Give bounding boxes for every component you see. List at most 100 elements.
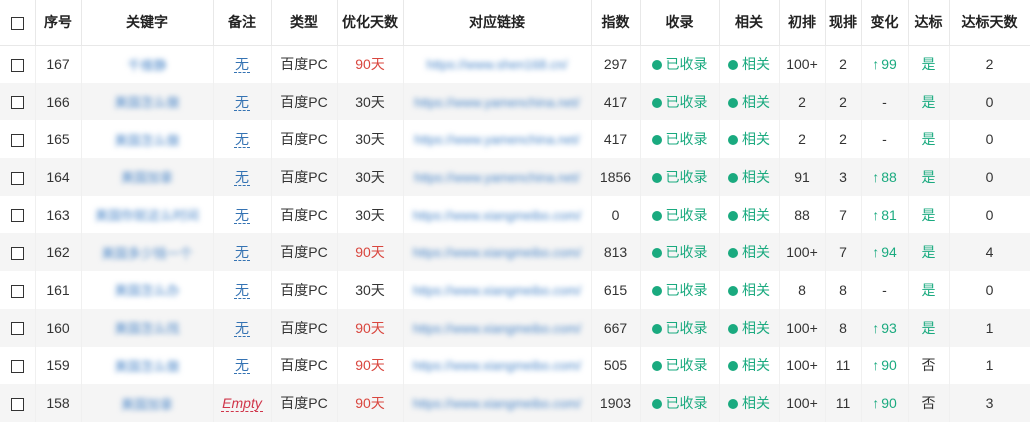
row-link[interactable]: https://www.yamenchina.net/ (414, 132, 579, 147)
row-reached-days: 1 (949, 308, 1030, 347)
row-link[interactable]: https://www.xiangmeibo.com/ (413, 321, 581, 336)
col-header-reached[interactable]: 达标 (908, 0, 950, 46)
row-note[interactable]: 无 (234, 131, 250, 149)
row-current-rank: 8 (825, 271, 862, 309)
row-keyword[interactable]: 美国怎么做 (114, 133, 179, 148)
row-note[interactable]: 无 (234, 319, 250, 337)
row-note[interactable]: 无 (234, 244, 250, 262)
row-keyword[interactable]: 美国多少钱一个 (101, 246, 192, 261)
row-related: 相关 (742, 244, 770, 261)
row-index: 417 (591, 120, 641, 159)
row-change: - (882, 93, 887, 110)
row-keyword[interactable]: 美国怎么做 (114, 95, 179, 110)
row-checkbox-cell[interactable] (0, 233, 36, 272)
row-checkbox-cell[interactable] (0, 346, 36, 385)
row-checkbox[interactable] (10, 96, 24, 110)
row-checkbox-cell[interactable] (0, 82, 36, 121)
row-keyword-cell: 美国怎么做 (81, 82, 214, 121)
row-keyword[interactable]: 美国加拿 (121, 170, 173, 185)
row-checkbox[interactable] (10, 134, 24, 148)
table-row: 164 美国加拿 无 百度PC 30天 https://www.yamenchina.ne… (0, 158, 1030, 196)
row-initial-rank: 100+ (779, 233, 826, 272)
row-checkbox-cell[interactable] (0, 271, 36, 309)
row-link[interactable]: https://www.xiangmeibo.com/ (413, 283, 581, 298)
row-link[interactable]: https://www.yamenchina.net/ (414, 95, 579, 110)
row-indexed: 已收录 (665, 319, 708, 336)
row-related: 相关 (742, 281, 770, 298)
col-header-link[interactable]: 对应链接 (403, 0, 592, 46)
row-checkbox-cell[interactable] (0, 158, 36, 196)
row-checkbox[interactable] (10, 247, 24, 261)
row-link[interactable]: https://www.xiangmeibo.com/ (413, 396, 581, 411)
row-indexed: 已收录 (665, 131, 708, 148)
row-checkbox[interactable] (10, 397, 24, 411)
col-header-type[interactable]: 类型 (271, 0, 338, 46)
col-header-change[interactable]: 变化 (861, 0, 909, 46)
row-keyword[interactable]: 美国你就这么时间 (95, 208, 199, 223)
row-checkbox-cell[interactable] (0, 195, 36, 234)
row-link[interactable]: https://www.yamenchina.net/ (414, 170, 579, 185)
col-header-related[interactable]: 相关 (719, 0, 780, 46)
col-header-keyword[interactable]: 关键字 (81, 0, 214, 46)
row-link[interactable]: https://www.xiangmeibo.com/ (413, 208, 581, 223)
row-checkbox[interactable] (10, 284, 24, 298)
row-initial-rank: 100+ (779, 346, 826, 385)
col-header-reached-days[interactable]: 达标天数 (949, 0, 1030, 46)
row-checkbox-cell[interactable] (0, 45, 36, 83)
row-checkbox-cell[interactable] (0, 120, 36, 159)
row-note[interactable]: 无 (234, 93, 250, 111)
row-note[interactable]: 无 (234, 206, 250, 224)
row-link-cell: https://www.yamenchina.net/ (403, 82, 592, 121)
row-keyword-cell: 美国多少钱一个 (81, 233, 214, 272)
col-header-days[interactable]: 优化天数 (337, 0, 404, 46)
row-related-cell: 相关 (719, 346, 780, 385)
row-checkbox[interactable] (10, 58, 24, 72)
row-link[interactable]: https://www.shen168.cn/ (427, 57, 568, 72)
row-note[interactable]: 无 (234, 281, 250, 299)
row-checkbox[interactable] (10, 209, 24, 223)
row-change: 90 (881, 395, 897, 412)
col-header-note[interactable]: 备注 (213, 0, 272, 46)
row-note[interactable]: 无 (234, 168, 250, 186)
row-keyword[interactable]: 美国加拿 (121, 397, 173, 412)
row-note[interactable]: 无 (234, 56, 250, 74)
col-header-current-rank[interactable]: 现排 (825, 0, 862, 46)
row-change-cell: ↑ 99 (861, 45, 909, 83)
row-type: 百度PC (271, 195, 338, 234)
col-header-index[interactable]: 指数 (591, 0, 641, 46)
row-link-cell: https://www.xiangmeibo.com/ (403, 308, 592, 347)
col-header-initial-rank[interactable]: 初排 (779, 0, 826, 46)
row-indexed-cell: 已收录 (640, 384, 720, 422)
row-id: 167 (35, 45, 82, 83)
row-link[interactable]: https://www.xiangmeibo.com/ (413, 245, 581, 260)
col-header-id[interactable]: 序号 (35, 0, 82, 46)
row-reached-days: 3 (949, 384, 1030, 422)
row-checkbox[interactable] (10, 360, 24, 374)
select-all-checkbox[interactable] (0, 0, 36, 46)
row-keyword[interactable]: 美国怎么办 (114, 283, 179, 298)
row-checkbox-cell[interactable] (0, 384, 36, 422)
row-reached-days: 1 (949, 346, 1030, 385)
row-note[interactable]: Empty (221, 395, 263, 413)
row-keyword[interactable]: 美国怎么做 (114, 359, 179, 374)
row-current-rank: 3 (825, 158, 862, 196)
status-dot-icon (728, 248, 738, 259)
row-current-rank: 2 (825, 120, 862, 159)
row-link-cell: https://www.yamenchina.net/ (403, 120, 592, 159)
row-indexed: 已收录 (665, 281, 708, 298)
row-related: 相关 (742, 357, 770, 374)
row-days: 30天 (337, 195, 404, 234)
row-keyword[interactable]: 美国怎么找 (114, 321, 179, 336)
row-type: 百度PC (271, 271, 338, 309)
row-note[interactable]: 无 (234, 357, 250, 375)
row-link-cell: https://www.yamenchina.net/ (403, 158, 592, 196)
row-link[interactable]: https://www.xiangmeibo.com/ (413, 358, 581, 373)
row-id: 166 (35, 82, 82, 121)
row-keyword-cell: 美国怎么办 (81, 271, 214, 309)
row-checkbox[interactable] (10, 171, 24, 185)
row-checkbox-cell[interactable] (0, 308, 36, 347)
row-checkbox[interactable] (10, 322, 24, 336)
row-link-cell: https://www.xiangmeibo.com/ (403, 384, 592, 422)
col-header-indexed[interactable]: 收录 (640, 0, 720, 46)
row-keyword[interactable]: 千维静 (127, 58, 166, 73)
